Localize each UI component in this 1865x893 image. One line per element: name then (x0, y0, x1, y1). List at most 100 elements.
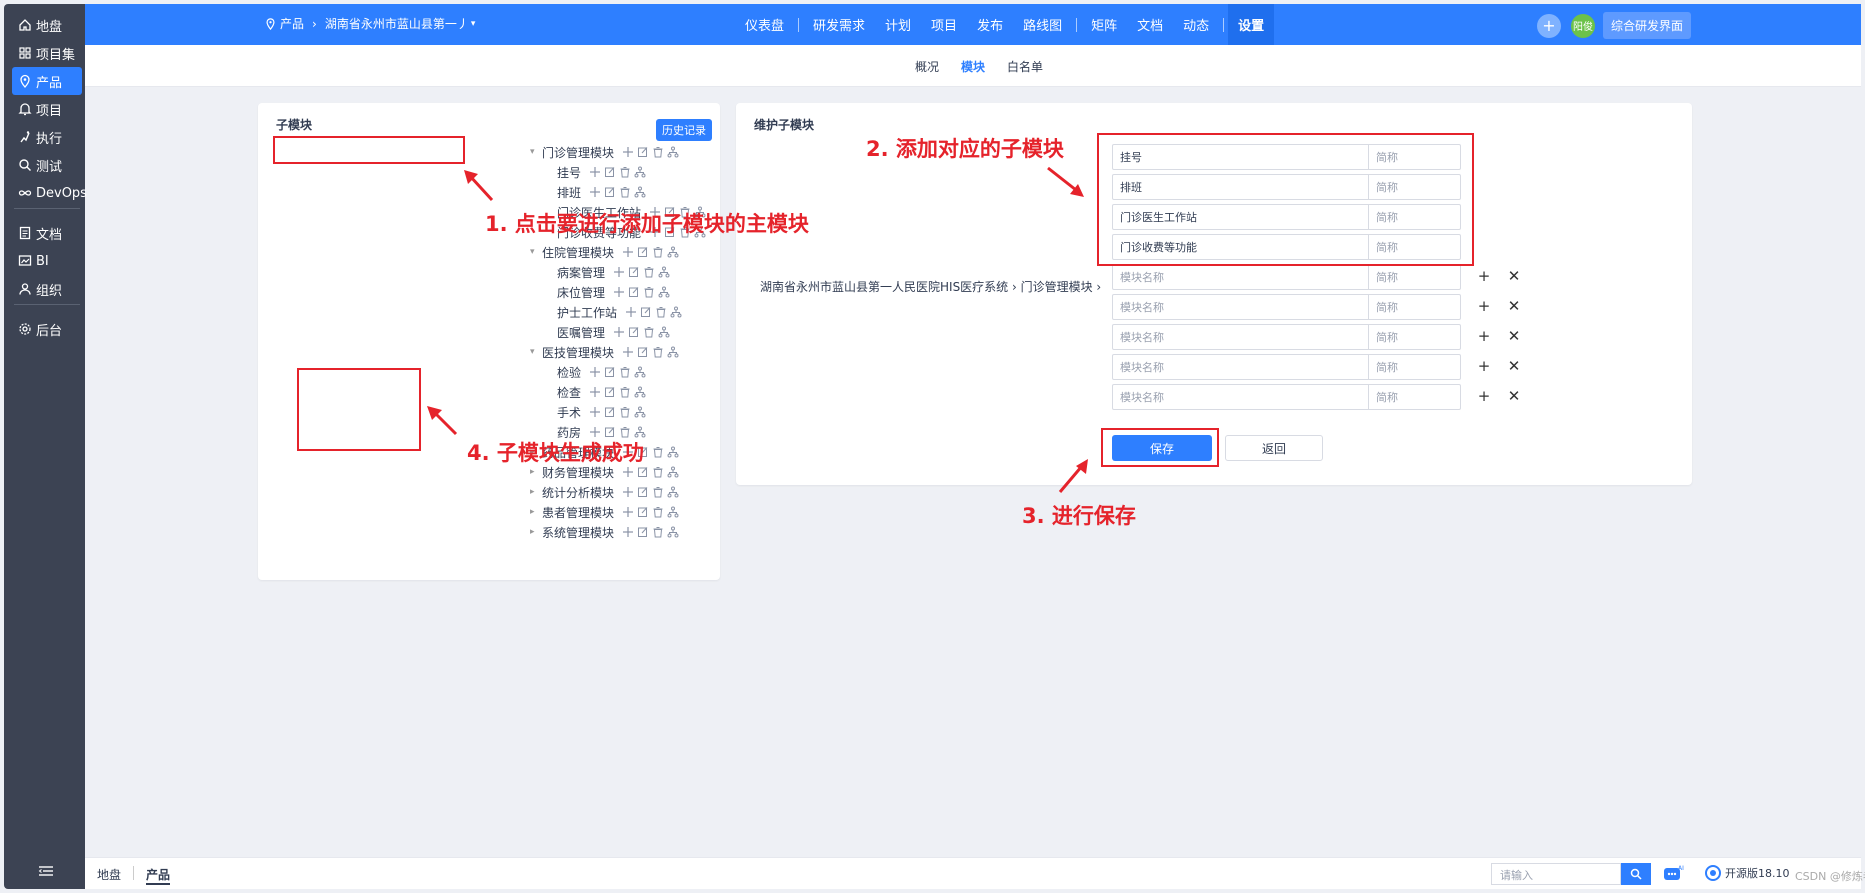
menu-item-6[interactable]: 矩阵 (1081, 4, 1127, 45)
edit-icon[interactable] (637, 246, 649, 258)
plus-icon[interactable] (622, 346, 634, 358)
edit-icon[interactable] (637, 146, 649, 158)
tree-node-label[interactable]: 检查 (557, 384, 581, 401)
search-button[interactable] (1621, 863, 1651, 885)
edit-icon[interactable] (628, 286, 640, 298)
hierarchy-icon[interactable] (634, 186, 646, 198)
sidebar-item-10[interactable]: 后台 (12, 315, 82, 343)
hierarchy-icon[interactable] (658, 266, 670, 278)
module-name-input[interactable]: 模块名称 (1112, 264, 1369, 290)
trash-icon[interactable] (643, 266, 655, 278)
sidebar-item-1[interactable]: 项目集 (12, 39, 82, 67)
product-breadcrumb[interactable]: 产品 › 湖南省永州市蓝山县第一丿 ▾ (265, 15, 479, 32)
edit-icon[interactable] (604, 186, 616, 198)
plus-icon[interactable] (589, 166, 601, 178)
tree-node[interactable]: 床位管理 (557, 283, 673, 301)
plus-icon[interactable] (589, 366, 601, 378)
trash-icon[interactable] (619, 166, 631, 178)
tree-node-label[interactable]: 系统管理模块 (542, 524, 614, 541)
plus-icon[interactable] (613, 286, 625, 298)
sub-tab-1[interactable]: 模块 (961, 58, 985, 75)
menu-item-8[interactable]: 动态 (1173, 4, 1219, 45)
plus-icon[interactable] (625, 306, 637, 318)
ai-chat-icon[interactable]: AI (1663, 864, 1687, 884)
footer-crumb-home[interactable]: 地盘 (97, 866, 121, 885)
trash-icon[interactable] (619, 186, 631, 198)
module-abbr-input[interactable]: 简称 (1369, 354, 1461, 380)
close-icon[interactable]: ✕ (1504, 267, 1524, 285)
sidebar-item-0[interactable]: 地盘 (12, 11, 82, 39)
hierarchy-icon[interactable] (670, 306, 682, 318)
caret-icon[interactable]: ▸ (530, 467, 540, 477)
module-name-input[interactable]: 模块名称 (1112, 294, 1369, 320)
edit-icon[interactable] (604, 386, 616, 398)
edit-icon[interactable] (604, 406, 616, 418)
version-badge[interactable]: 开源版18.10 (1705, 865, 1790, 881)
edit-icon[interactable] (604, 366, 616, 378)
sidebar-item-3[interactable]: 项目 (12, 95, 82, 123)
menu-item-2[interactable]: 计划 (875, 4, 921, 45)
tree-node-label[interactable]: 床位管理 (557, 284, 605, 301)
menu-item-3[interactable]: 项目 (921, 4, 967, 45)
tree-node[interactable]: 手术 (557, 403, 649, 421)
edit-icon[interactable] (640, 306, 652, 318)
hierarchy-icon[interactable] (634, 386, 646, 398)
tree-node[interactable]: ▸ 患者管理模块 (530, 503, 682, 521)
edit-icon[interactable] (637, 506, 649, 518)
trash-icon[interactable] (652, 246, 664, 258)
tree-node-label[interactable]: 挂号 (557, 164, 581, 181)
plus-icon[interactable] (589, 386, 601, 398)
caret-icon[interactable]: ▸ (530, 527, 540, 537)
tree-node[interactable]: 病案管理 (557, 263, 673, 281)
history-button[interactable]: 历史记录 (656, 119, 712, 141)
close-icon[interactable]: ✕ (1504, 327, 1524, 345)
hierarchy-icon[interactable] (658, 286, 670, 298)
module-abbr-input[interactable]: 简称 (1369, 384, 1461, 410)
plus-icon[interactable] (622, 246, 634, 258)
sidebar-item-2[interactable]: 产品 (12, 67, 82, 95)
back-button[interactable]: 返回 (1225, 435, 1323, 461)
caret-icon[interactable]: ▾ (530, 247, 540, 257)
menu-item-1[interactable]: 研发需求 (803, 4, 875, 45)
trash-icon[interactable] (652, 466, 664, 478)
module-name-input[interactable]: 模块名称 (1112, 384, 1369, 410)
trash-icon[interactable] (619, 386, 631, 398)
hierarchy-icon[interactable] (667, 466, 679, 478)
edit-icon[interactable] (637, 466, 649, 478)
trash-icon[interactable] (619, 406, 631, 418)
add-row-icon[interactable]: + (1474, 327, 1494, 345)
plus-icon[interactable] (613, 326, 625, 338)
menu-item-5[interactable]: 路线图 (1013, 4, 1072, 45)
edit-icon[interactable] (637, 526, 649, 538)
tree-node-label[interactable]: 手术 (557, 404, 581, 421)
menu-item-9[interactable]: 设置 (1228, 4, 1275, 45)
hierarchy-icon[interactable] (667, 346, 679, 358)
collapse-menu-icon[interactable] (38, 865, 54, 877)
tree-node-label[interactable]: 排班 (557, 184, 581, 201)
hierarchy-icon[interactable] (634, 406, 646, 418)
module-name-input[interactable]: 模块名称 (1112, 354, 1369, 380)
menu-item-4[interactable]: 发布 (967, 4, 1013, 45)
tree-node-label[interactable]: 统计分析模块 (542, 484, 614, 501)
quick-create-button[interactable]: + (1536, 13, 1561, 38)
trash-icon[interactable] (652, 486, 664, 498)
tree-node[interactable]: 护士工作站 (557, 303, 685, 321)
tree-node-label[interactable]: 病案管理 (557, 264, 605, 281)
tree-node[interactable]: 挂号 (557, 163, 649, 181)
tree-node-label[interactable]: 住院管理模块 (542, 244, 614, 261)
tree-node-label[interactable]: 医技管理模块 (542, 344, 614, 361)
plus-icon[interactable] (622, 506, 634, 518)
edit-icon[interactable] (637, 346, 649, 358)
plus-icon[interactable] (589, 186, 601, 198)
trash-icon[interactable] (643, 286, 655, 298)
tree-node[interactable]: 排班 (557, 183, 649, 201)
tree-node[interactable]: 检验 (557, 363, 649, 381)
close-icon[interactable]: ✕ (1504, 297, 1524, 315)
close-icon[interactable]: ✕ (1504, 357, 1524, 375)
caret-icon[interactable]: ▸ (530, 507, 540, 517)
hierarchy-icon[interactable] (658, 326, 670, 338)
hierarchy-icon[interactable] (634, 366, 646, 378)
menu-item-7[interactable]: 文档 (1127, 4, 1173, 45)
hierarchy-icon[interactable] (667, 526, 679, 538)
avatar[interactable]: 阳俊 (1570, 13, 1595, 38)
